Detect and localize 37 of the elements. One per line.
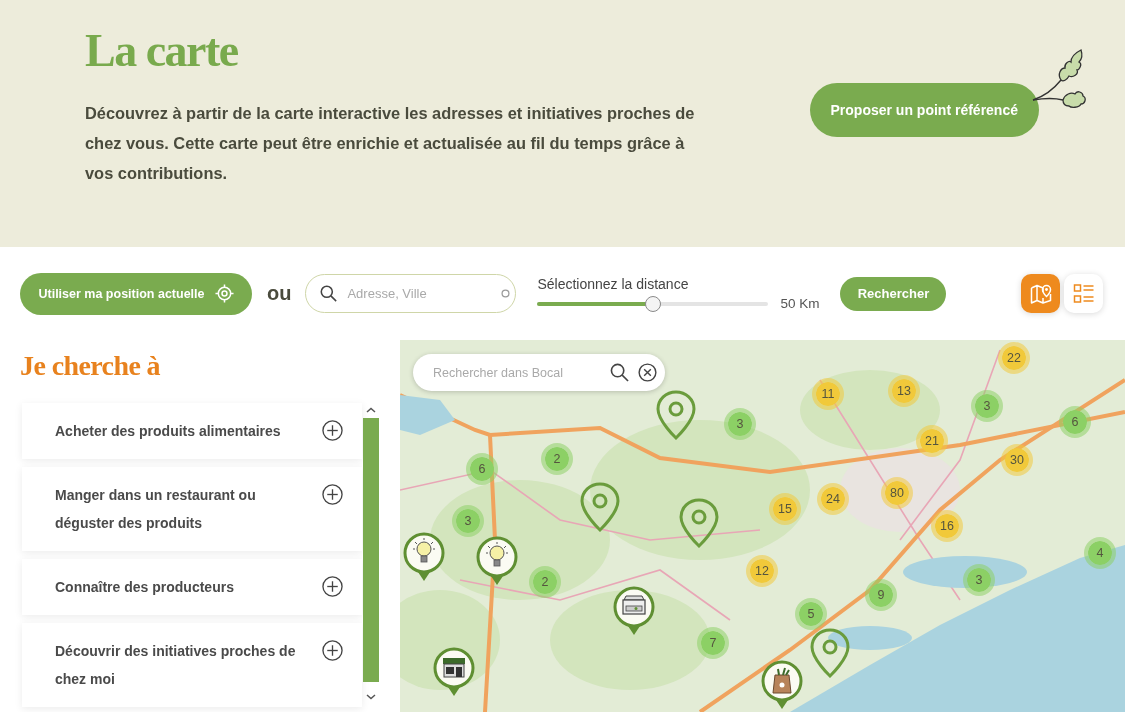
page-title: La carte bbox=[85, 24, 238, 78]
map-pin-icon bbox=[1029, 282, 1052, 305]
location-pin-icon[interactable] bbox=[580, 482, 620, 532]
propose-point-button[interactable]: Proposer un point référencé bbox=[809, 83, 1039, 137]
shop-marker-icon[interactable] bbox=[433, 647, 475, 697]
address-field[interactable]: Adresse, Ville bbox=[305, 274, 517, 313]
lake bbox=[400, 395, 455, 435]
lightbulb-marker-icon[interactable] bbox=[476, 536, 518, 586]
bag-marker-icon[interactable] bbox=[761, 660, 803, 710]
clear-icon[interactable] bbox=[638, 363, 657, 382]
map-view-tab[interactable] bbox=[1021, 274, 1060, 313]
category-item[interactable]: Acheter des produits alimentaires bbox=[22, 403, 362, 459]
or-separator: ou bbox=[267, 282, 292, 305]
crosshair-icon bbox=[214, 284, 234, 303]
distance-value: 50 Km bbox=[780, 296, 820, 311]
use-location-button[interactable]: Utiliser ma position actuelle bbox=[20, 272, 252, 315]
map-search-field[interactable]: Rechercher dans Bocal bbox=[413, 354, 665, 391]
search-button[interactable]: Rechercher bbox=[840, 276, 947, 311]
intro-text: Découvrez à partir de la carte interactive les adresses et initiatives proches de chez vous. Cette carte peut être enrichie et actualisée au fil du temps grâce à vos contributions. bbox=[85, 103, 696, 184]
search-icon bbox=[610, 363, 629, 382]
section-title: Je cherche à bbox=[20, 349, 160, 383]
list-view-tab[interactable] bbox=[1064, 274, 1103, 313]
category-item[interactable]: Manger dans un restaurant ou déguster des produits bbox=[22, 467, 362, 551]
location-pin-icon[interactable] bbox=[810, 628, 850, 678]
lightbulb-marker-icon[interactable] bbox=[403, 532, 445, 582]
list-icon bbox=[1072, 282, 1095, 305]
distance-label: Sélectionnez la distance bbox=[537, 274, 689, 293]
search-icon bbox=[320, 285, 338, 302]
location-pin-icon[interactable] bbox=[656, 390, 696, 440]
location-pin-icon[interactable] bbox=[679, 498, 719, 548]
slider-thumb[interactable] bbox=[644, 295, 661, 312]
appliance-marker-icon[interactable] bbox=[613, 586, 655, 636]
scrollbar-thumb[interactable] bbox=[363, 418, 379, 682]
ring-icon bbox=[501, 289, 511, 298]
category-item[interactable]: Connaître des producteurs bbox=[22, 559, 362, 615]
category-item[interactable]: Découvrir des initiatives proches de chez moi bbox=[22, 623, 362, 707]
distance-slider[interactable] bbox=[537, 294, 769, 313]
